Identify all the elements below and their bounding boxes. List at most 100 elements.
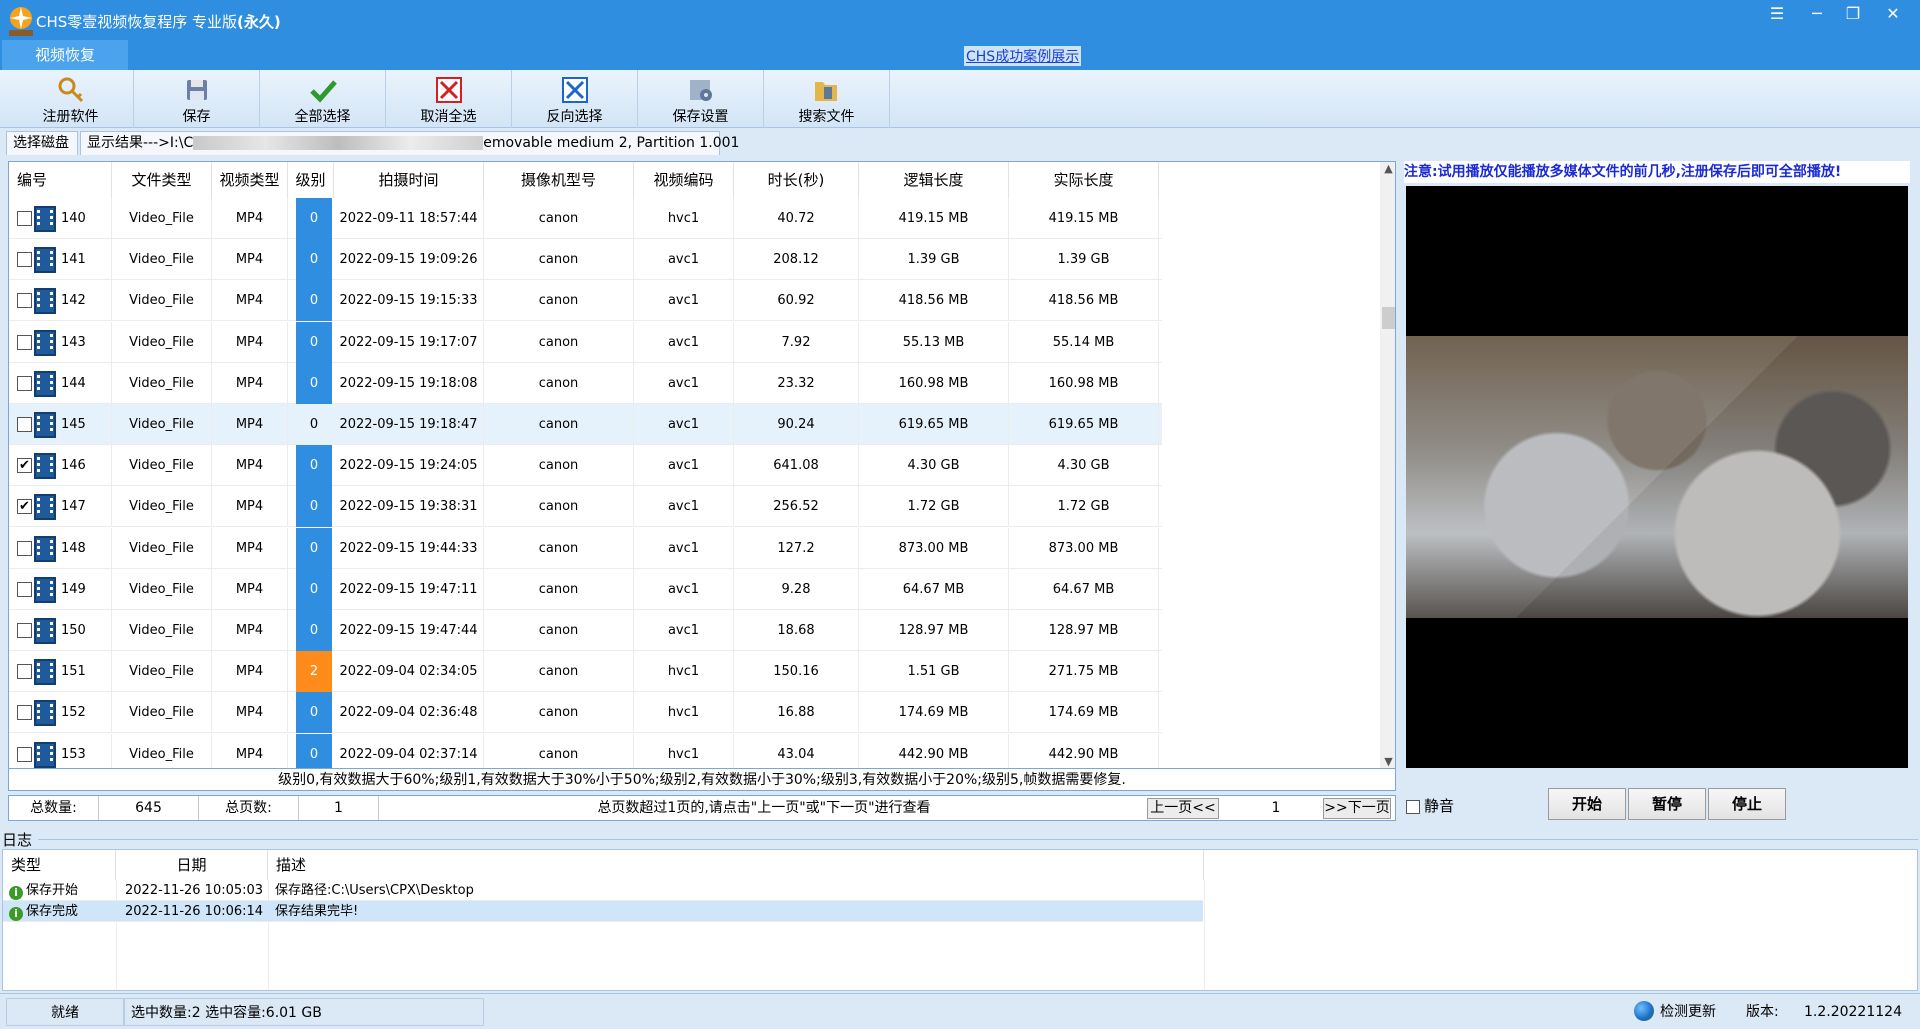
checkmark-icon <box>309 80 337 103</box>
table-row[interactable]: 145 0 Video_File MP4 2022-09-15 19:18:47 cano… <box>9 404 1162 445</box>
cell-camera-model: canon <box>484 321 634 363</box>
version-label: 版本: <box>1746 1004 1779 1020</box>
success-cases-link[interactable]: CHS成功案例展示 <box>964 46 1082 66</box>
trial-notice: 注意:试用播放仅能播放多媒体文件的前几秒,注册保存后即可全部播放! <box>1404 161 1910 183</box>
row-id: 150 <box>61 623 86 638</box>
col-duration[interactable]: 时长(秒) <box>734 162 859 198</box>
col-level[interactable]: 级别 <box>288 162 334 198</box>
tab-select-disk[interactable]: 选择磁盘 <box>6 131 78 155</box>
table-row[interactable]: 148 0 Video_File MP4 2022-09-15 19:44:33 cano… <box>9 527 1162 569</box>
col-shoot-time[interactable]: 拍摄时间 <box>334 162 484 198</box>
table-row[interactable]: 153 0 Video_File MP4 2022-09-04 02:37:14 cano… <box>9 733 1162 768</box>
film-strip-icon <box>34 618 56 644</box>
row-checkbox[interactable]: ✔ <box>17 458 32 474</box>
col-video-type[interactable]: 视频类型 <box>212 162 288 198</box>
close-icon[interactable]: ✕ <box>1876 2 1910 26</box>
row-checkbox[interactable] <box>17 375 32 391</box>
cell-camera-model: canon <box>484 568 634 610</box>
cell-file-type: Video_File <box>112 568 212 610</box>
save-settings-button[interactable]: 保存设置 <box>638 70 764 128</box>
result-path-suffix: emovable medium 2, Partition 1.001 <box>483 135 740 151</box>
cell-codec: avc1 <box>634 527 734 569</box>
prev-page-button[interactable]: 上一页<< <box>1147 798 1219 819</box>
scroll-up-icon[interactable]: ▲ <box>1380 162 1395 175</box>
row-id: 151 <box>61 664 86 680</box>
table-row[interactable]: ✔ 146 0 Video_File MP4 2022-09-15 19:24:05 can… <box>9 445 1162 487</box>
log-col-date[interactable]: 日期 <box>116 850 268 880</box>
select-all-button[interactable]: 全部选择 <box>260 70 386 128</box>
row-checkbox[interactable]: ✔ <box>17 499 32 515</box>
row-checkbox[interactable] <box>17 581 32 597</box>
col-actual-length[interactable]: 实际长度 <box>1009 162 1159 198</box>
tab-video-recovery[interactable]: 视频恢复 <box>2 40 128 70</box>
maximize-icon[interactable]: ❐ <box>1836 2 1870 26</box>
tab-result[interactable]: 显示结果--->I:\C emovable medium 2, Partition… <box>80 131 739 155</box>
row-checkbox[interactable] <box>17 705 32 721</box>
table-row[interactable]: 149 0 Video_File MP4 2022-09-15 19:47:11 cano… <box>9 568 1162 610</box>
log-row[interactable]: i 保存开始 2022-11-26 10:05:03 保存路径:C:\Users\CP… <box>3 880 1203 901</box>
check-update-button[interactable]: 检测更新 <box>1628 998 1740 1026</box>
cell-shoot-time: 2022-09-15 19:17:07 <box>334 321 484 363</box>
cell-file-type: Video_File <box>112 486 212 528</box>
row-id: 152 <box>61 705 86 721</box>
col-camera-model[interactable]: 摄像机型号 <box>484 162 634 198</box>
save-button[interactable]: 保存 <box>134 70 260 128</box>
row-checkbox[interactable] <box>17 664 32 680</box>
log-col-type[interactable]: 类型 <box>3 850 116 880</box>
row-checkbox[interactable] <box>17 540 32 556</box>
log-col-description[interactable]: 描述 <box>268 850 1204 880</box>
table-row[interactable]: 140 0 Video_File MP4 2022-09-11 18:57:44 cano… <box>9 198 1162 239</box>
table-row[interactable]: 143 0 Video_File MP4 2022-09-15 19:17:07 cano… <box>9 321 1162 363</box>
log-row[interactable]: i 保存完成 2022-11-26 10:06:14 保存结果完毕! <box>3 901 1203 922</box>
invert-selection-button[interactable]: 反向选择 <box>512 70 638 128</box>
current-page-field[interactable]: 1 <box>1221 796 1331 820</box>
next-page-button[interactable]: >>下一页 <box>1323 798 1391 819</box>
col-logical-length[interactable]: 逻辑长度 <box>859 162 1009 198</box>
cell-codec: hvc1 <box>634 198 734 239</box>
deselect-all-button[interactable]: 取消全选 <box>386 70 512 128</box>
row-checkbox[interactable] <box>17 417 32 432</box>
table-row[interactable]: ✔ 147 0 Video_File MP4 2022-09-15 19:38:31 can… <box>9 486 1162 528</box>
mute-checkbox-box[interactable] <box>1406 799 1420 814</box>
row-checkbox[interactable] <box>17 623 32 638</box>
cell-logical-length: 442.90 MB <box>859 733 1009 768</box>
register-button[interactable]: 注册软件 <box>8 70 134 128</box>
cell-file-type: Video_File <box>112 610 212 651</box>
row-checkbox[interactable] <box>17 252 32 268</box>
row-id: 146 <box>61 458 86 474</box>
minimize-icon[interactable]: ─ <box>1800 2 1834 26</box>
row-checkbox[interactable] <box>17 334 32 350</box>
search-files-button[interactable]: 搜索文件 <box>764 70 890 128</box>
cell-logical-length: 1.51 GB <box>859 651 1009 693</box>
table-row[interactable]: 150 0 Video_File MP4 2022-09-15 19:47:44 cano… <box>9 610 1162 651</box>
log-divider <box>38 839 1918 840</box>
table-row[interactable]: 142 0 Video_File MP4 2022-09-15 19:15:33 cano… <box>9 280 1162 322</box>
row-checkbox[interactable] <box>17 293 32 309</box>
col-number[interactable]: 编号 <box>9 162 112 198</box>
col-file-type[interactable]: 文件类型 <box>112 162 212 198</box>
film-strip-icon <box>34 700 56 727</box>
play-start-button[interactable]: 开始 <box>1548 788 1626 820</box>
globe-icon <box>1634 1001 1654 1021</box>
cell-shoot-time: 2022-09-15 19:15:33 <box>334 280 484 322</box>
scroll-thumb[interactable] <box>1382 307 1395 329</box>
stop-button[interactable]: 停止 <box>1708 788 1786 820</box>
pause-button[interactable]: 暂停 <box>1628 788 1706 820</box>
scroll-down-icon[interactable]: ▼ <box>1380 755 1395 768</box>
cell-duration: 208.12 <box>734 239 859 281</box>
table-vertical-scrollbar[interactable]: ▲ ▼ <box>1380 162 1395 768</box>
film-strip-icon <box>34 206 56 232</box>
cell-number: 153 <box>9 733 112 768</box>
table-row[interactable]: 144 0 Video_File MP4 2022-09-15 19:18:08 cano… <box>9 362 1162 404</box>
table-row[interactable]: 151 2 Video_File MP4 2022-09-04 02:34:05 cano… <box>9 651 1162 693</box>
table-row[interactable]: 152 0 Video_File MP4 2022-09-04 02:36:48 cano… <box>9 692 1162 734</box>
menu-icon[interactable]: ☰ <box>1760 2 1794 26</box>
video-preview[interactable] <box>1406 186 1908 768</box>
row-checkbox[interactable] <box>17 746 32 762</box>
table-row[interactable]: 141 0 Video_File MP4 2022-09-15 19:09:26 cano… <box>9 239 1162 281</box>
level-legend: 级别0,有效数据大于60%;级别1,有效数据大于30%小于50%;级别2,有效数… <box>8 769 1396 791</box>
col-codec[interactable]: 视频编码 <box>634 162 734 198</box>
mute-checkbox[interactable]: 静音 <box>1406 795 1454 816</box>
cell-logical-length: 1.72 GB <box>859 486 1009 528</box>
row-checkbox[interactable] <box>17 211 32 226</box>
